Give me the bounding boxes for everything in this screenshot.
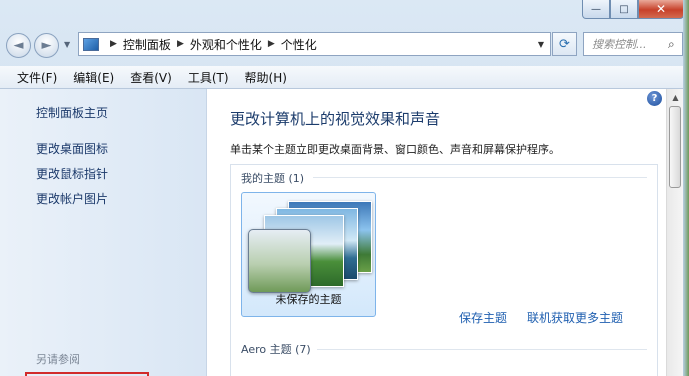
maximize-button[interactable]: □ [610,0,638,19]
group-divider [317,349,647,350]
close-button[interactable]: ✕ [638,0,684,19]
breadcrumb-personalization[interactable]: 个性化 [281,36,317,53]
link-change-desktop-icons[interactable]: 更改桌面图标 [36,140,108,157]
breadcrumb-control-panel[interactable]: 控制面板 [123,36,171,53]
group-header-aero-themes[interactable]: Aero 主题 (7) [241,341,311,357]
content-pane: ? 更改计算机上的视觉效果和声音 单击某个主题立即更改桌面背景、窗口颜色、声音和… [207,89,666,376]
page-description: 单击某个主题立即更改桌面背景、窗口颜色、声音和屏幕保护程序。 [230,143,560,156]
theme-list: 我的主题 (1) 未保存的主题 保存主题 联机获取更多主题 Aero 主题 (7… [230,164,658,376]
page-title: 更改计算机上的视觉效果和声音 [230,110,441,128]
menu-help[interactable]: 帮助(H) [237,69,295,86]
task-pane: 控制面板主页 更改桌面图标 更改鼠标指针 更改帐户图片 另请参阅 [0,89,207,376]
refresh-button[interactable]: ⟳ [552,32,577,56]
see-also-heading: 另请参阅 [36,353,80,366]
address-bar[interactable]: ▶ 控制面板 ▶ 外观和个性化 ▶ 个性化 ▼ [78,32,551,56]
help-icon[interactable]: ? [647,91,662,106]
breadcrumb-separator[interactable]: ▶ [110,39,117,49]
menu-tools[interactable]: 工具(T) [180,69,237,86]
control-panel-icon [83,37,99,51]
search-box[interactable]: ⌕ [583,32,683,56]
group-header-my-themes[interactable]: 我的主题 (1) [241,170,304,186]
menu-view[interactable]: 查看(V) [122,69,180,86]
group-divider [313,177,647,178]
theme-preview [248,201,372,295]
control-panel-window: — □ ✕ ◄ ► ▼ ▶ 控制面板 ▶ 外观和个性化 ▶ 个性化 ▼ ⟳ ⌕ … [0,0,689,376]
forward-button[interactable]: ► [34,33,59,58]
recent-pages-dropdown[interactable]: ▼ [64,40,70,49]
minimize-button[interactable]: — [582,0,610,19]
link-change-account-picture[interactable]: 更改帐户图片 [36,190,108,207]
scroll-thumb[interactable] [669,106,681,188]
scroll-up-icon[interactable]: ▲ [667,89,684,106]
breadcrumb-appearance[interactable]: 外观和个性化 [190,36,262,53]
link-change-mouse-pointers[interactable]: 更改鼠标指针 [36,165,108,182]
theme-tile-unsaved[interactable]: 未保存的主题 [241,192,376,317]
breadcrumb-separator[interactable]: ▶ [268,39,275,49]
caption-buttons: — □ ✕ [582,0,684,19]
save-theme-link[interactable]: 保存主题 [459,309,507,326]
window-color-swatch [248,229,311,293]
vertical-scrollbar[interactable]: ▲ [666,89,684,376]
menu-file[interactable]: 文件(F) [0,69,65,86]
navigation-bar: ◄ ► ▼ ▶ 控制面板 ▶ 外观和个性化 ▶ 个性化 ▼ ⟳ ⌕ [6,31,683,59]
link-control-panel-home[interactable]: 控制面板主页 [36,104,108,121]
search-icon[interactable]: ⌕ [668,37,675,52]
get-more-themes-link[interactable]: 联机获取更多主题 [527,309,623,326]
highlight-box [25,372,149,376]
address-dropdown-icon[interactable]: ▼ [538,40,544,49]
menu-edit[interactable]: 编辑(E) [65,69,122,86]
window-frame-edge [683,0,689,376]
breadcrumb-separator[interactable]: ▶ [177,39,184,49]
search-input[interactable] [590,36,668,52]
back-button[interactable]: ◄ [6,33,31,58]
menu-bar: 文件(F) 编辑(E) 查看(V) 工具(T) 帮助(H) [0,66,689,89]
theme-tile-label: 未保存的主题 [275,293,342,306]
